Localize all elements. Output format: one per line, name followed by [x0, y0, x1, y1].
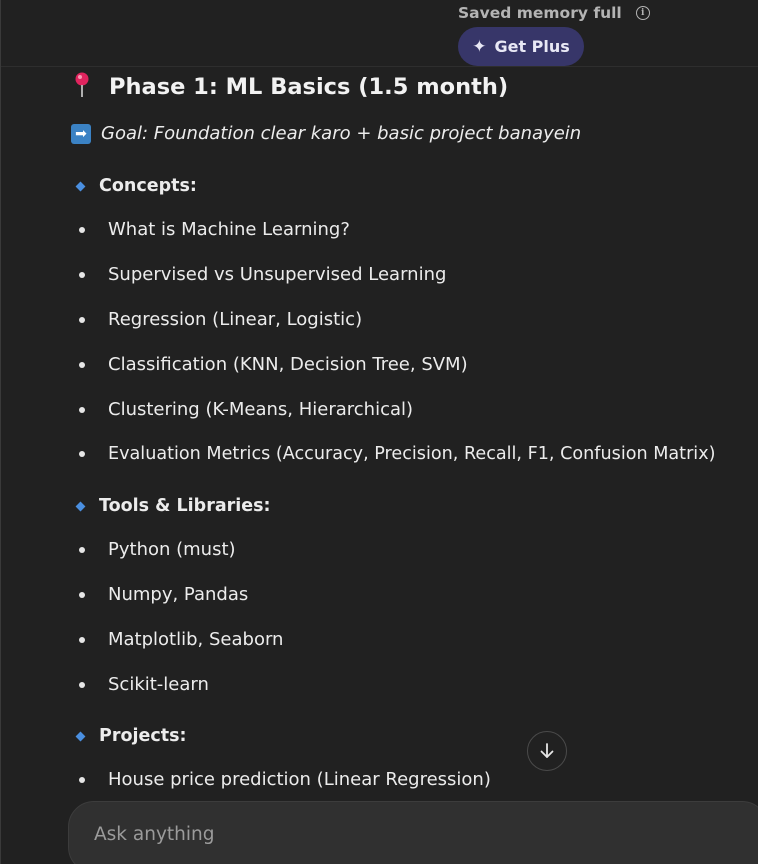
- bullet-dot: [79, 591, 85, 598]
- list-item: What is Machine Learning?: [79, 219, 350, 240]
- list-item: Regression (Linear, Logistic): [79, 309, 362, 330]
- get-plus-label: Get Plus: [494, 37, 570, 56]
- bullet-dot: [79, 681, 85, 688]
- bullet-dot: [79, 316, 85, 323]
- memory-status: Saved memory full i: [458, 4, 650, 22]
- goal-line: ➡ Goal: Foundation clear karo + basic pr…: [71, 123, 581, 144]
- list-item: Supervised vs Unsupervised Learning: [79, 264, 446, 285]
- prompt-input[interactable]: Ask anything: [94, 824, 215, 845]
- list-item: Scikit-learn: [79, 674, 209, 695]
- bullet-dot: [79, 271, 85, 278]
- goal-text: Goal: Foundation clear karo + basic proj…: [101, 123, 582, 144]
- list-item-text: Numpy, Pandas: [108, 584, 249, 605]
- diamond-icon: [75, 501, 86, 511]
- diamond-icon: [75, 181, 86, 191]
- bullet-dot: [79, 546, 85, 553]
- list-item-text: Clustering (K-Means, Hierarchical): [108, 399, 414, 420]
- bullet-dot: [79, 226, 85, 233]
- list-item: Numpy, Pandas: [79, 584, 248, 605]
- bullet-dot: [79, 406, 85, 413]
- list-item: Matplotlib, Seaborn: [79, 629, 283, 650]
- arrow-down-icon: [540, 743, 554, 758]
- section-heading-projects: Projects:: [75, 726, 187, 746]
- list-item: Classification (KNN, Decision Tree, SVM): [79, 354, 468, 375]
- list-item-text: Evaluation Metrics (Accuracy, Precision,…: [108, 444, 716, 464]
- bullet-dot: [79, 636, 85, 643]
- list-item: Python (must): [79, 539, 236, 560]
- pin-icon: [73, 72, 91, 104]
- bullet-dot: [79, 776, 85, 783]
- memory-status-text: Saved memory full: [458, 4, 622, 22]
- list-item-text: Regression (Linear, Logistic): [108, 309, 363, 330]
- bullet-dot: [79, 361, 85, 368]
- list-item-text: What is Machine Learning?: [108, 219, 350, 240]
- top-bar: Saved memory full i ✦ Get Plus: [1, 0, 758, 67]
- list-item-text: Supervised vs Unsupervised Learning: [108, 264, 447, 285]
- info-icon[interactable]: i: [635, 6, 650, 20]
- list-item-text: House price prediction (Linear Regressio…: [108, 769, 491, 790]
- arrow-right-icon: ➡: [71, 123, 91, 144]
- bullet-dot: [79, 451, 85, 457]
- diamond-icon: [75, 731, 86, 741]
- list-item: Evaluation Metrics (Accuracy, Precision,…: [79, 444, 715, 464]
- list-item: Clustering (K-Means, Hierarchical): [79, 399, 413, 420]
- message-title: Phase 1: ML Basics (1.5 month): [73, 71, 508, 103]
- scroll-to-bottom-button[interactable]: [527, 731, 567, 771]
- section-heading-text: Tools & Libraries:: [99, 496, 271, 516]
- list-item-text: Python (must): [108, 539, 236, 560]
- section-heading-text: Projects:: [99, 726, 187, 746]
- section-heading-concepts: Concepts:: [75, 176, 197, 196]
- composer[interactable]: Ask anything: [68, 801, 758, 864]
- get-plus-button[interactable]: ✦ Get Plus: [458, 27, 584, 66]
- list-item-text: Classification (KNN, Decision Tree, SVM): [108, 354, 468, 375]
- section-heading-text: Concepts:: [99, 176, 197, 196]
- list-item-text: Scikit-learn: [108, 674, 209, 695]
- list-item-text: Matplotlib, Seaborn: [108, 629, 284, 650]
- list-item: House price prediction (Linear Regressio…: [79, 769, 491, 790]
- title-text: Phase 1: ML Basics (1.5 month): [109, 74, 509, 100]
- section-heading-tools: Tools & Libraries:: [75, 496, 271, 516]
- sparkle-icon: ✦: [472, 36, 487, 57]
